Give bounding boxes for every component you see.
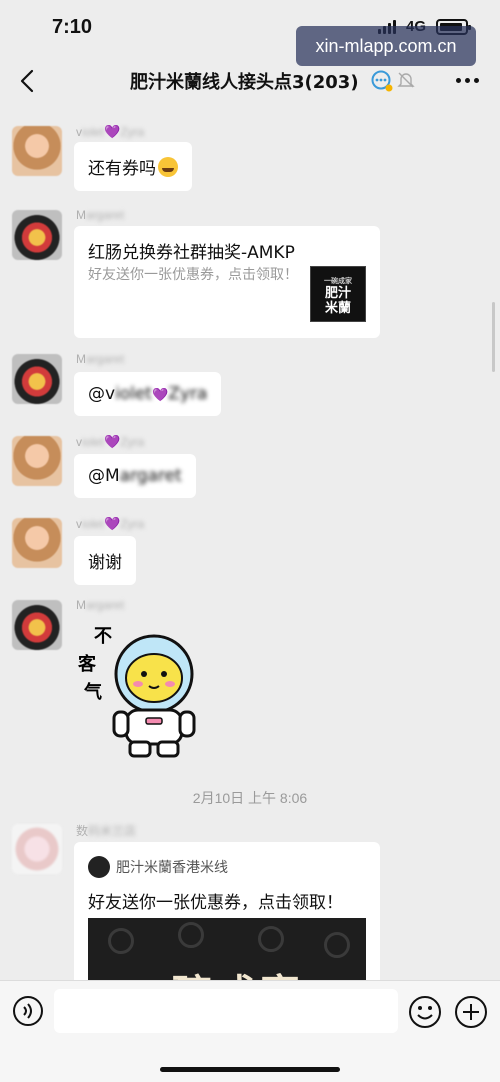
chat-header: 肥汁米蘭线人接头点3(203) — [0, 58, 500, 104]
coupon-card[interactable]: 红肠兑换券社群抽奖-AMKP 好友送你一张优惠券，点击领取！ 一碗成家 肥汁 米… — [74, 226, 380, 338]
sender-name: Margaret — [76, 352, 125, 366]
mute-icon — [397, 72, 415, 88]
sender-name: violet💜Zyra — [76, 516, 145, 531]
scrollbar[interactable] — [492, 302, 495, 372]
avatar[interactable] — [12, 126, 62, 176]
input-bar — [0, 980, 500, 1082]
sender-name: violet💜Zyra — [76, 434, 145, 449]
voice-icon[interactable] — [12, 995, 44, 1027]
chat-title: 肥汁米蘭线人接头点3(203) — [130, 72, 359, 93]
avatar[interactable] — [12, 824, 62, 874]
avatar[interactable] — [12, 600, 62, 650]
text-bubble[interactable]: @violet💜Zyra — [74, 372, 222, 416]
sticker-char: 不 — [94, 626, 112, 647]
status-time: 7:10 — [52, 16, 93, 38]
avatar[interactable] — [12, 436, 62, 486]
plus-icon[interactable] — [454, 995, 488, 1029]
astronaut-cat-sticker[interactable]: 不 客 气 — [74, 612, 214, 762]
sticker-char: 客 — [78, 653, 97, 675]
sender-name: 数码米兰店 — [76, 824, 137, 838]
avatar[interactable] — [12, 518, 62, 568]
mini-program-title: 好友送你一张优惠券，点击领取！ — [88, 893, 343, 913]
mini-program-image: 一碗成宴 — [88, 918, 366, 980]
avatar[interactable] — [12, 210, 62, 260]
mini-program-card[interactable]: 肥汁米蘭香港米线 好友送你一张优惠券，点击领取！ 一碗成宴 — [74, 842, 380, 980]
back-icon[interactable] — [14, 66, 44, 96]
card-thumbnail: 一碗成家 肥汁 米蘭 — [310, 266, 366, 322]
sender-name: Margaret — [76, 598, 125, 612]
more-icon[interactable] — [456, 78, 479, 83]
text-bubble[interactable]: @Margaret — [74, 454, 196, 498]
mini-program-source: 肥汁米蘭香港米线 — [116, 860, 228, 876]
text-bubble[interactable]: 还有券吗 — [74, 142, 192, 191]
text-bubble[interactable]: 谢谢 — [74, 536, 136, 585]
brand-logo-icon — [88, 856, 110, 878]
card-title: 红肠兑换券社群抽奖-AMKP — [88, 243, 295, 263]
sender-name: Margaret — [76, 208, 125, 222]
card-description: 好友送你一张优惠券，点击领取！ — [88, 267, 298, 283]
time-divider: 2月10日 上午 8:06 — [192, 790, 308, 806]
sender-name: violet💜Zyra — [76, 124, 145, 139]
message-input[interactable] — [54, 989, 398, 1033]
chat-bubble-icon — [371, 70, 393, 92]
message-list[interactable]: violet💜Zyra 还有券吗 Margaret 红肠兑换券社群抽奖-AMKP… — [0, 104, 500, 980]
emoji-icon[interactable] — [408, 995, 442, 1029]
home-indicator — [160, 1067, 340, 1072]
laugh-cry-emoji-icon — [158, 157, 178, 177]
avatar[interactable] — [12, 354, 62, 404]
sticker-char: 气 — [83, 681, 102, 703]
